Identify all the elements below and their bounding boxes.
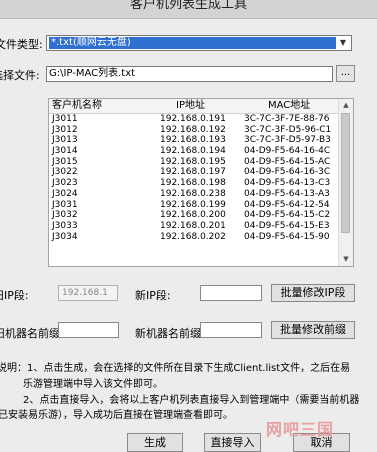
table-row[interactable]: J3024 192.168.0.238 04-D9-F5-64-13-A3 xyxy=(49,189,339,200)
table-row[interactable]: J3033 192.168.0.201 04-D9-F5-64-15-E3 xyxy=(49,221,339,232)
cell-mac: 04-D9-F5-64-16-3C xyxy=(244,167,331,178)
cell-ip: 192.168.0.197 xyxy=(160,167,226,178)
cell-name: J3032 xyxy=(52,210,78,221)
watermark: 网吧三国 xyxy=(266,420,335,439)
old-prefix-label: 旧机器名前缀: xyxy=(0,327,64,340)
cell-mac: 3C-7C-3F-D5-97-B3 xyxy=(244,135,331,146)
scroll-up-icon[interactable]: ▲ xyxy=(339,99,353,112)
table-row[interactable]: J3013 192.168.0.193 3C-7C-3F-D5-97-B3 xyxy=(49,135,339,146)
cell-mac: 04-D9-F5-64-13-A3 xyxy=(244,188,330,199)
chevron-down-icon[interactable]: ▼ xyxy=(336,37,350,49)
file-type-selected: *.txt(顺网云无盘) xyxy=(49,37,336,49)
old-ip-input[interactable]: 192.168.1 xyxy=(58,285,118,301)
cell-name: J3011 xyxy=(52,114,78,124)
cell-ip: 192.168.0.194 xyxy=(160,146,226,157)
cell-ip: 192.168.0.192 xyxy=(160,124,226,135)
table-row[interactable]: J3011 192.168.0.191 3C-7C-3F-7E-88-76 xyxy=(49,114,339,125)
cell-name: J3033 xyxy=(52,220,78,231)
cell-name: J3013 xyxy=(52,135,78,146)
new-ip-input[interactable] xyxy=(200,285,262,301)
vertical-scrollbar[interactable]: ▲ ▼ xyxy=(338,99,353,266)
cell-name: J3024 xyxy=(52,188,78,199)
note-line-1: 说明：1、点击生成，会在选择的文件所在目录下生成Client.list文件，之后… xyxy=(0,363,351,374)
table-row[interactable]: J3012 192.168.0.192 3C-7C-3F-D5-96-C1 xyxy=(49,125,339,136)
column-header-mac[interactable]: MAC地址 xyxy=(268,99,310,113)
old-prefix-input[interactable] xyxy=(58,322,119,338)
batch-modify-ip-button[interactable]: 批量修改IP段 xyxy=(271,284,355,302)
cell-ip: 192.168.0.199 xyxy=(160,199,226,210)
cell-ip: 192.168.0.201 xyxy=(160,220,226,231)
scroll-down-icon[interactable]: ▼ xyxy=(339,253,353,266)
table-row[interactable]: J3015 192.168.0.195 04-D9-F5-64-15-AC xyxy=(49,157,339,168)
cell-mac: 04-D9-F5-64-12-54 xyxy=(244,199,330,210)
cell-name: J3034 xyxy=(52,231,78,242)
cell-name: J3012 xyxy=(52,124,78,135)
cell-mac: 3C-7C-3F-D5-96-C1 xyxy=(244,124,332,135)
new-prefix-input[interactable] xyxy=(200,322,262,338)
table-row[interactable]: J3022 192.168.0.197 04-D9-F5-64-16-3C xyxy=(49,167,339,178)
table-header: 客户机名称 IP地址 MAC地址 xyxy=(49,99,339,114)
select-file-label: 选择文件: xyxy=(0,69,40,82)
cell-mac: 04-D9-F5-64-15-90 xyxy=(244,231,330,242)
old-ip-label: 旧IP段: xyxy=(0,289,29,302)
file-type-label: 文件类型: xyxy=(0,38,43,51)
generate-button[interactable]: 生成 xyxy=(127,433,183,452)
cell-name: J3022 xyxy=(52,167,78,178)
window-title: 客户机列表生成工具 xyxy=(130,0,248,12)
scrollbar-thumb[interactable] xyxy=(341,113,350,233)
new-ip-label: 新IP段: xyxy=(135,289,171,302)
cell-ip: 192.168.0.198 xyxy=(160,178,226,189)
cell-mac: 04-D9-F5-64-15-AC xyxy=(244,156,331,167)
cell-mac: 04-D9-F5-64-13-C3 xyxy=(244,178,331,189)
note-line-4: 已安装易乐游），导入成功后直接在管理端查看即可。 xyxy=(0,410,233,421)
file-path-input[interactable]: G:\IP-MAC列表.txt xyxy=(46,66,333,82)
column-header-name[interactable]: 客户机名称 xyxy=(52,99,102,113)
import-button[interactable]: 直接导入 xyxy=(204,433,261,452)
cell-ip: 192.168.0.191 xyxy=(160,114,226,124)
note-line-2: 乐游管理端中导入该文件即可。 xyxy=(23,379,163,390)
column-header-ip[interactable]: IP地址 xyxy=(176,99,205,113)
table-body: J3011 192.168.0.191 3C-7C-3F-7E-88-76 J301… xyxy=(49,114,339,242)
cell-ip: 192.168.0.200 xyxy=(160,210,226,221)
client-list-table[interactable]: 客户机名称 IP地址 MAC地址 J3011 192.168.0.191 3C-7C… xyxy=(48,98,354,267)
cell-name: J3023 xyxy=(52,178,78,189)
table-row[interactable]: J3034 192.168.0.202 04-D9-F5-64-15-90 xyxy=(49,232,339,243)
cell-ip: 192.168.0.193 xyxy=(160,135,226,146)
cell-ip: 192.168.0.238 xyxy=(160,188,226,199)
table-row[interactable]: J3023 192.168.0.198 04-D9-F5-64-13-C3 xyxy=(49,178,339,189)
batch-modify-prefix-button[interactable]: 批量修改前缀 xyxy=(271,321,355,339)
cell-name: J3015 xyxy=(52,156,78,167)
cell-mac: 04-D9-F5-64-15-C2 xyxy=(244,210,331,221)
new-prefix-label: 新机器名前缀: xyxy=(135,327,205,340)
cell-ip: 192.168.0.202 xyxy=(160,231,226,242)
table-row[interactable]: J3014 192.168.0.194 04-D9-F5-64-16-4C xyxy=(49,146,339,157)
cell-name: J3014 xyxy=(52,146,78,157)
cell-mac: 04-D9-F5-64-15-E3 xyxy=(244,220,330,231)
table-row[interactable]: J3032 192.168.0.200 04-D9-F5-64-15-C2 xyxy=(49,210,339,221)
browse-button[interactable]: ... xyxy=(336,65,355,82)
table-row[interactable]: J3031 192.168.0.199 04-D9-F5-64-12-54 xyxy=(49,200,339,211)
cell-mac: 3C-7C-3F-7E-88-76 xyxy=(244,114,330,124)
note-line-3: 2、点击直接导入，会将以上客户机列表直接导入到管理端中（需要当前机器 xyxy=(23,395,360,406)
cell-mac: 04-D9-F5-64-16-4C xyxy=(244,146,331,157)
file-type-dropdown[interactable]: *.txt(顺网云无盘) ▼ xyxy=(46,35,352,51)
title-bar: 客户机列表生成工具 xyxy=(0,0,377,19)
cell-ip: 192.168.0.195 xyxy=(160,156,226,167)
cell-name: J3031 xyxy=(52,199,78,210)
